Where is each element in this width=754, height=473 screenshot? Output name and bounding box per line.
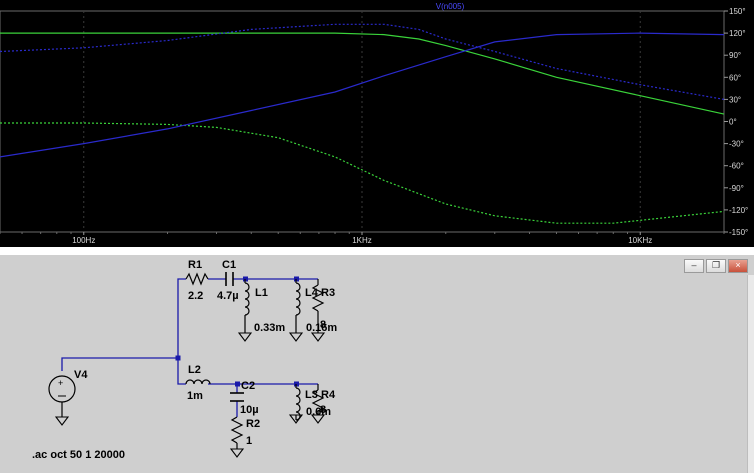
y-tick-label: 90° <box>729 51 741 60</box>
resistor-r1[interactable]: R1 2.2 <box>185 259 209 302</box>
inductor-l2[interactable]: L2 1m <box>185 364 211 402</box>
l4-name: L4 <box>305 287 319 299</box>
l3-value: 0.6m <box>306 406 331 418</box>
y-tick-label: 150° <box>729 7 746 16</box>
capacitor-c1[interactable]: C1 4.7µ <box>217 259 239 302</box>
x-tick-label: 1KHz <box>352 236 372 245</box>
junction-dot <box>235 381 240 387</box>
x-tick-label: 10KHz <box>628 236 652 245</box>
r1-name: R1 <box>188 259 202 271</box>
trace-1 <box>0 122 725 224</box>
l1-name: L1 <box>255 287 268 299</box>
junction-dot <box>175 355 181 361</box>
y-tick-label: 30° <box>729 95 741 104</box>
l1-value: 0.33m <box>254 322 285 334</box>
schematic-canvas[interactable]: + V4 R1 2.2 C1 4.7µ L1 0.33m L4 0.16m R3… <box>0 255 748 473</box>
y-tick-label: 120° <box>729 29 746 38</box>
r3-name: R3 <box>321 287 335 299</box>
x-axis-ticks: 100Hz 1KHz 10KHz <box>0 232 725 245</box>
inductor-coil-icon <box>295 282 301 316</box>
wire-bottom-branch <box>177 358 186 385</box>
ground-icon <box>229 448 245 458</box>
right-axis-ticks: 150° 120° 90° 60° 30° 0° -30° -60° -90° -120° -150… <box>724 7 748 237</box>
y-tick-label: -60° <box>729 162 744 171</box>
r2-value: 1 <box>246 435 252 447</box>
y-tick-label: -150° <box>729 228 748 237</box>
c1-name: C1 <box>222 259 236 271</box>
schematic-scrollbar[interactable] <box>747 275 754 473</box>
y-tick-label: -120° <box>729 206 748 215</box>
wire-top-branch <box>177 278 186 358</box>
y-tick-label: -90° <box>729 184 744 193</box>
spice-directive[interactable]: .ac oct 50 1 20000 <box>32 449 125 461</box>
r4-name: R4 <box>321 389 336 401</box>
x-tick-label: 100Hz <box>72 236 95 245</box>
v4-name: V4 <box>74 369 88 381</box>
ground-icon <box>237 332 253 342</box>
inductor-l1[interactable]: L1 0.33m <box>237 279 285 342</box>
capacitor-c2[interactable]: C2 10µ <box>230 380 259 416</box>
ground-icon <box>288 332 304 342</box>
waveform-plot[interactable]: 150° 120° 90° 60° 30° 0° -30° -60° -90° -120° -150… <box>0 0 754 247</box>
r4-value: 8 <box>320 404 326 416</box>
trace-label[interactable]: V(n005) <box>436 2 465 11</box>
plot-grid <box>0 10 725 233</box>
y-tick-label: 0° <box>729 118 737 127</box>
inductor-coil-icon <box>244 282 250 316</box>
r3-value: 8 <box>320 319 326 331</box>
l2-name: L2 <box>188 364 201 376</box>
pane-splitter[interactable] <box>0 247 754 255</box>
plot-traces <box>0 23 725 224</box>
waveform-plot-pane[interactable]: 150° 120° 90° 60° 30° 0° -30° -60° -90° -120° -150… <box>0 0 754 247</box>
y-tick-label: -30° <box>729 140 744 149</box>
voltage-source-v4[interactable]: + V4 <box>48 369 88 417</box>
y-tick-label: 60° <box>729 73 741 82</box>
inductor-coil-icon <box>185 379 211 385</box>
ground-icon <box>310 332 326 342</box>
c2-name: C2 <box>241 380 255 392</box>
resistor-r2[interactable]: R2 1 <box>229 416 260 458</box>
resistor-zigzag-icon <box>185 272 209 286</box>
c2-value: 10µ <box>240 404 259 416</box>
r1-value: 2.2 <box>188 290 203 302</box>
ground-icon <box>54 416 70 426</box>
resistor-zigzag-icon <box>230 416 244 444</box>
schematic-pane[interactable]: – ❐ × + V4 R1 2.2 C1 4.7µ L1 0.33m L4 0.… <box>0 255 754 473</box>
plus-icon: + <box>58 378 63 388</box>
l2-value: 1m <box>187 390 203 402</box>
c1-value: 4.7µ <box>217 290 239 302</box>
r2-name: R2 <box>246 418 260 430</box>
